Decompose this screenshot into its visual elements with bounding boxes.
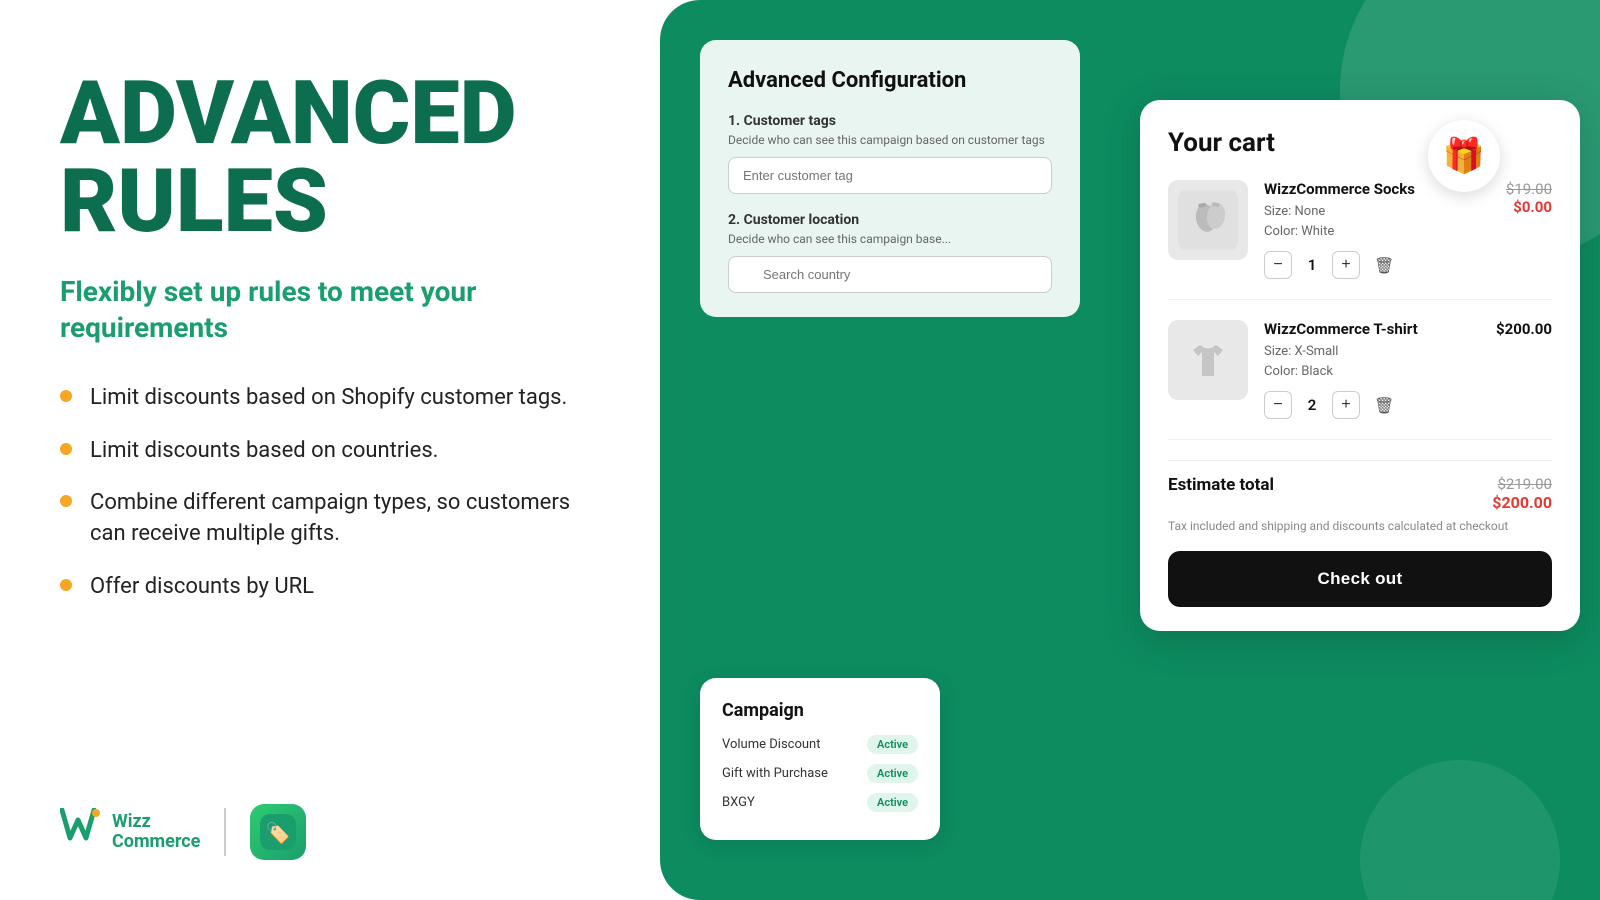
- socks-controls: − 1 + 🗑: [1264, 251, 1456, 279]
- campaign-row: BXGY Active: [722, 793, 918, 812]
- tshirt-increase-button[interactable]: +: [1332, 391, 1360, 419]
- estimate-prices: $219.00 $200.00: [1492, 475, 1552, 512]
- tshirt-controls: − 2 + 🗑: [1264, 391, 1456, 419]
- bullet-dot: [60, 443, 72, 455]
- campaign-name: Volume Discount: [722, 737, 820, 752]
- socks-meta: Size: None Color: White: [1264, 202, 1456, 241]
- cart-item-socks: WizzCommerce Socks Size: None Color: Whi…: [1168, 180, 1552, 300]
- footer-logos: Wizz Commerce 🏷️: [60, 804, 600, 860]
- tshirt-quantity: 2: [1302, 396, 1322, 414]
- app-badge-icon: 🏷️: [250, 804, 306, 860]
- list-item: Limit discounts based on Shopify custome…: [60, 383, 600, 414]
- customer-tag-input[interactable]: [728, 157, 1052, 194]
- campaign-card-title: Campaign: [722, 700, 918, 721]
- list-item: Combine different campaign types, so cus…: [60, 488, 600, 550]
- tshirt-meta: Size: X-Small Color: Black: [1264, 342, 1456, 381]
- tshirt-price: $200.00: [1472, 320, 1552, 338]
- socks-decrease-button[interactable]: −: [1264, 251, 1292, 279]
- tshirt-details: WizzCommerce T-shirt Size: X-Small Color…: [1264, 320, 1456, 419]
- tshirt-normal-price: $200.00: [1472, 320, 1552, 338]
- logo-w-icon: [60, 808, 102, 856]
- socks-details: WizzCommerce Socks Size: None Color: Whi…: [1264, 180, 1456, 279]
- config-card: Advanced Configuration 1. Customer tags …: [700, 40, 1080, 317]
- wizzcommerce-logo: Wizz Commerce: [60, 808, 200, 856]
- bullet-dot: [60, 390, 72, 402]
- tshirt-delete-icon[interactable]: 🗑: [1374, 396, 1394, 415]
- search-wrapper: 🔍: [728, 256, 1052, 293]
- campaign-badge: Active: [867, 793, 918, 812]
- campaign-badge: Active: [867, 735, 918, 754]
- logo-divider: [224, 808, 226, 856]
- country-search-input[interactable]: [728, 256, 1052, 293]
- campaign-badge: Active: [867, 764, 918, 783]
- estimate-original: $219.00: [1492, 475, 1552, 493]
- cart-item-tshirt: WizzCommerce T-shirt Size: X-Small Color…: [1168, 320, 1552, 440]
- campaign-name: Gift with Purchase: [722, 766, 828, 781]
- socks-increase-button[interactable]: +: [1332, 251, 1360, 279]
- left-content: ADVANCED RULES Flexibly set up rules to …: [60, 70, 600, 625]
- gift-icon: 🎁: [1428, 120, 1500, 192]
- subtitle: Flexibly set up rules to meet your requi…: [60, 274, 600, 347]
- campaign-row: Volume Discount Active: [722, 735, 918, 754]
- estimate-label: Estimate total: [1168, 475, 1274, 495]
- checkout-button[interactable]: Check out: [1168, 551, 1552, 607]
- socks-quantity: 1: [1302, 256, 1322, 274]
- config-section1-desc: Decide who can see this campaign based o…: [728, 133, 1052, 147]
- bullet-dot: [60, 579, 72, 591]
- tshirt-image: [1168, 320, 1248, 400]
- socks-name: WizzCommerce Socks: [1264, 180, 1456, 198]
- config-section1-title: 1. Customer tags: [728, 113, 1052, 129]
- estimate-section: Estimate total $219.00 $200.00 Tax inclu…: [1168, 460, 1552, 607]
- list-item: Offer discounts by URL: [60, 572, 600, 603]
- tshirt-decrease-button[interactable]: −: [1264, 391, 1292, 419]
- bullet-dot: [60, 495, 72, 507]
- right-panel: 🎁 Advanced Configuration 1. Customer tag…: [660, 0, 1600, 900]
- tshirt-name: WizzCommerce T-shirt: [1264, 320, 1456, 338]
- bullet-list: Limit discounts based on Shopify custome…: [60, 383, 600, 603]
- socks-delete-icon[interactable]: 🗑: [1374, 256, 1394, 275]
- campaign-card: Campaign Volume Discount Active Gift wit…: [700, 678, 940, 840]
- config-section2-desc: Decide who can see this campaign base...: [728, 232, 1052, 246]
- socks-discounted-price: $0.00: [1472, 198, 1552, 216]
- svg-text:🏷️: 🏷️: [266, 821, 291, 845]
- cart-card: Your cart WizzCommerce Socks Size: None …: [1140, 100, 1580, 631]
- left-panel: ADVANCED RULES Flexibly set up rules to …: [0, 0, 660, 900]
- socks-image: [1168, 180, 1248, 260]
- config-card-title: Advanced Configuration: [728, 68, 1052, 93]
- campaign-name: BXGY: [722, 795, 755, 810]
- list-item: Limit discounts based on countries.: [60, 436, 600, 467]
- logo-text: Wizz Commerce: [112, 812, 200, 852]
- config-section2-title: 2. Customer location: [728, 212, 1052, 228]
- tax-note: Tax included and shipping and discounts …: [1168, 518, 1552, 535]
- campaign-row: Gift with Purchase Active: [722, 764, 918, 783]
- estimate-row: Estimate total $219.00 $200.00: [1168, 475, 1552, 512]
- page-title: ADVANCED RULES: [60, 70, 600, 246]
- estimate-discounted: $200.00: [1492, 493, 1552, 512]
